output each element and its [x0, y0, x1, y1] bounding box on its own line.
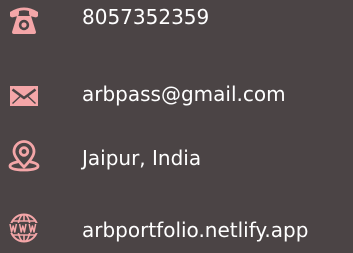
envelope-icon — [8, 80, 40, 112]
contact-item-phone: 8057352359 — [0, 0, 353, 40]
globe-www-icon — [8, 212, 40, 244]
contact-info-list: 8057352359 arbpass@gmail.com Jaipur, Ind… — [0, 0, 353, 253]
website-link[interactable]: arbportfolio.netlify.app — [82, 218, 308, 242]
location-pin-icon — [8, 140, 40, 172]
contact-item-address: Jaipur, India — [0, 138, 353, 178]
address-text: Jaipur, India — [82, 146, 202, 170]
phone-number-text[interactable]: 8057352359 — [82, 5, 209, 29]
contact-item-website: arbportfolio.netlify.app — [0, 208, 353, 248]
email-address-text[interactable]: arbpass@gmail.com — [82, 82, 286, 106]
contact-item-email: arbpass@gmail.com — [0, 72, 353, 112]
phone-icon — [8, 4, 40, 36]
